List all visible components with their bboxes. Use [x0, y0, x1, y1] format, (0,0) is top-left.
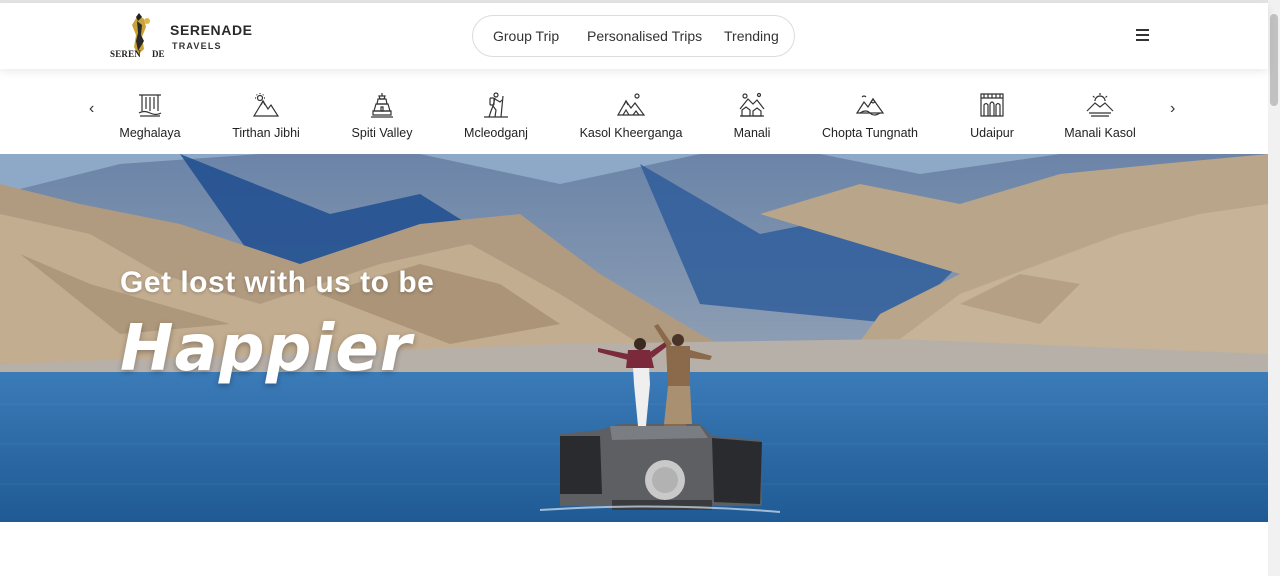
destination-manali[interactable]: Manali [726, 91, 778, 143]
chevron-left-icon[interactable]: ‹ [89, 101, 94, 117]
scrollbar-thumb[interactable] [1270, 14, 1278, 106]
nav-personalised-trips[interactable]: Personalised Trips [587, 28, 702, 44]
hamburger-menu-icon[interactable] [1136, 29, 1152, 43]
site-header: SEREN DE SERENADE TRAVELS Group Trip Per… [0, 3, 1268, 69]
nav-group-trip[interactable]: Group Trip [493, 28, 559, 44]
mountain-sun-icon [252, 93, 280, 117]
destination-label: Spiti Valley [351, 126, 413, 140]
page-scrollbar[interactable] [1268, 0, 1280, 576]
destination-chopta-tungnath[interactable]: Chopta Tungnath [814, 91, 926, 143]
destination-label: Chopta Tungnath [822, 126, 918, 140]
destination-spiti-valley[interactable]: Spiti Valley [345, 91, 419, 143]
destination-meghalaya[interactable]: Meghalaya [112, 91, 188, 143]
hero-title: Happier [120, 312, 413, 386]
logo-wordmark-right: DE [152, 49, 165, 59]
destination-label: Mcleodganj [464, 126, 528, 140]
destination-udaipur[interactable]: Udaipur [964, 91, 1020, 143]
hill-village-icon [739, 92, 765, 117]
destination-label: Manali Kasol [1064, 126, 1136, 140]
logo-wordmark-left: SEREN [110, 49, 142, 59]
hiker-icon [484, 92, 508, 118]
sunrise-mountains-icon [1086, 93, 1114, 117]
monastery-icon [371, 93, 393, 118]
destination-mcleodganj[interactable]: Mcleodganj [458, 91, 534, 143]
destination-label: Tirthan Jibhi [232, 126, 300, 140]
destination-label: Meghalaya [119, 126, 181, 140]
palace-icon [980, 93, 1004, 117]
destination-tirthan-jibhi[interactable]: Tirthan Jibhi [226, 91, 306, 143]
main-nav: Group Trip Personalised Trips Trending [472, 15, 795, 57]
brand-logo[interactable]: SEREN DE SERENADE TRAVELS [108, 11, 258, 59]
waterfall-icon [138, 94, 162, 117]
destination-kasol-kheerganga[interactable]: Kasol Kheerganga [574, 91, 688, 143]
mountain-camp-icon [617, 93, 645, 116]
chevron-right-icon[interactable]: › [1170, 101, 1175, 117]
destinations-carousel: ‹ Meghalaya Tirthan Jibhi Spiti Valley M… [0, 69, 1268, 154]
destination-label: Kasol Kheerganga [579, 126, 683, 140]
destination-label: Udaipur [970, 126, 1014, 140]
nav-trending[interactable]: Trending [724, 28, 779, 44]
destination-label: Manali [733, 126, 771, 140]
peaks-icon [856, 95, 884, 116]
hero-banner: Get lost with us to be Happier [0, 154, 1268, 522]
hero-subtitle: Get lost with us to be [120, 266, 435, 299]
brand-name: SERENADE [170, 22, 253, 38]
destination-manali-kasol[interactable]: Manali Kasol [1058, 91, 1142, 143]
brand-sub: TRAVELS [172, 41, 222, 51]
